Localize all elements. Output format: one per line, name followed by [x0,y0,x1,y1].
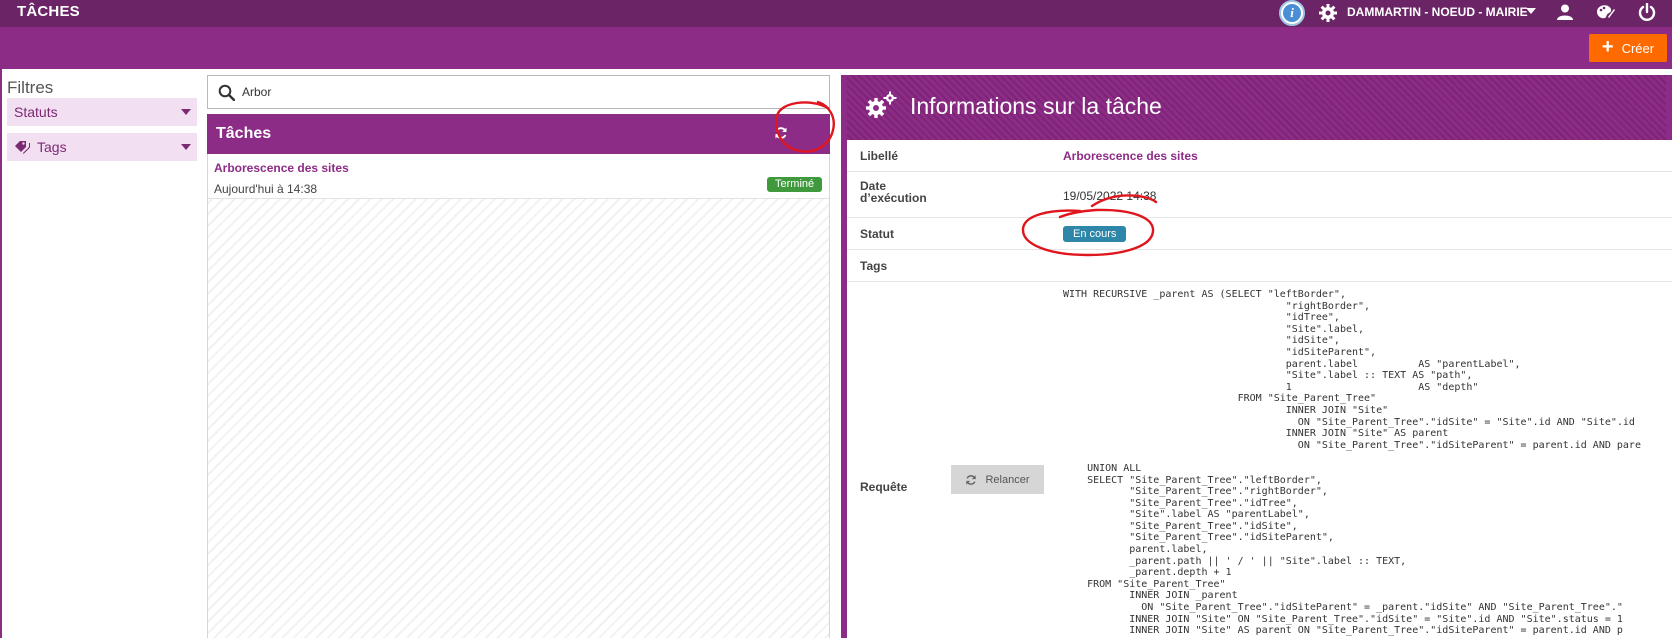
panel-right-edge [1666,75,1672,140]
row-date: Date d’exécution 19/05/2022 14:38 [847,172,1672,218]
top-bar: TÂCHES i DAMMARTIN - NOEUD - MAIRIE [0,0,1672,27]
gears-icon [866,91,897,118]
caret-down-icon[interactable] [1526,7,1536,15]
filter-tags-label: Tags [37,139,67,155]
row-requete: Requête Relancer WITH RECURSIVE _parent … [847,282,1672,638]
tags-label: Tags [860,259,888,273]
annotation-mark [1090,194,1158,208]
tasks-title: Tâches [216,125,272,142]
status-badge: Terminé [767,177,823,192]
task-list-item[interactable]: Arborescence des sites Aujourd'hui à 14:… [208,154,829,199]
filters-title: Filtres [7,78,54,97]
app-title: TÂCHES [17,3,80,20]
chevron-down-icon [181,144,191,150]
task-date: Aujourd'hui à 14:38 [214,182,318,196]
refresh-icon [966,474,977,485]
search-box[interactable] [207,75,830,109]
info-icon[interactable]: i [1279,0,1305,26]
filter-statuts[interactable]: Statuts [7,98,197,126]
left-border [0,69,2,638]
filter-statuts-label: Statuts [14,104,58,120]
create-button[interactable]: + Créer [1589,34,1667,62]
plus-icon: + [1601,36,1614,58]
details-title: Informations sur la tâche [910,93,1162,119]
task-name: Arborescence des sites [214,161,349,175]
search-icon [218,84,235,101]
row-libelle: Libellé Arborescence des sites [847,140,1672,172]
annotation-circle [775,100,835,153]
libelle-value: Arborescence des sites [1063,149,1198,163]
gear-icon[interactable] [1318,3,1338,23]
tags-icon [14,140,31,154]
relaunch-label: Relancer [985,473,1030,486]
palette-icon[interactable] [1595,3,1615,21]
tasks-header: Tâches [207,114,830,154]
details-header: Informations sur la tâche [847,75,1672,140]
power-icon[interactable] [1638,3,1656,21]
sql-query: WITH RECURSIVE _parent AS (SELECT "leftB… [1063,289,1641,637]
tasks-panel: Tâches Arborescence des sites Aujourd'hu… [207,114,830,638]
statut-label: Statut [860,227,894,241]
chevron-down-icon [181,109,191,115]
search-input[interactable] [242,82,812,102]
date-label: Date d’exécution [860,179,927,205]
annotation-circle [1021,208,1155,257]
user-icon[interactable] [1556,3,1574,21]
relaunch-button[interactable]: Relancer [951,465,1044,494]
libelle-label: Libellé [860,149,899,163]
action-bar: + Créer [0,27,1672,69]
row-statut: Statut En cours [847,218,1672,250]
filter-tags[interactable]: Tags [7,133,197,161]
requete-label: Requête [860,480,908,494]
site-selector[interactable]: DAMMARTIN - NOEUD - MAIRIE [1347,5,1528,19]
row-tags: Tags [847,250,1672,282]
task-details-panel: Informations sur la tâche Libellé Arbore… [841,75,1672,638]
create-button-label: Créer [1621,40,1655,56]
